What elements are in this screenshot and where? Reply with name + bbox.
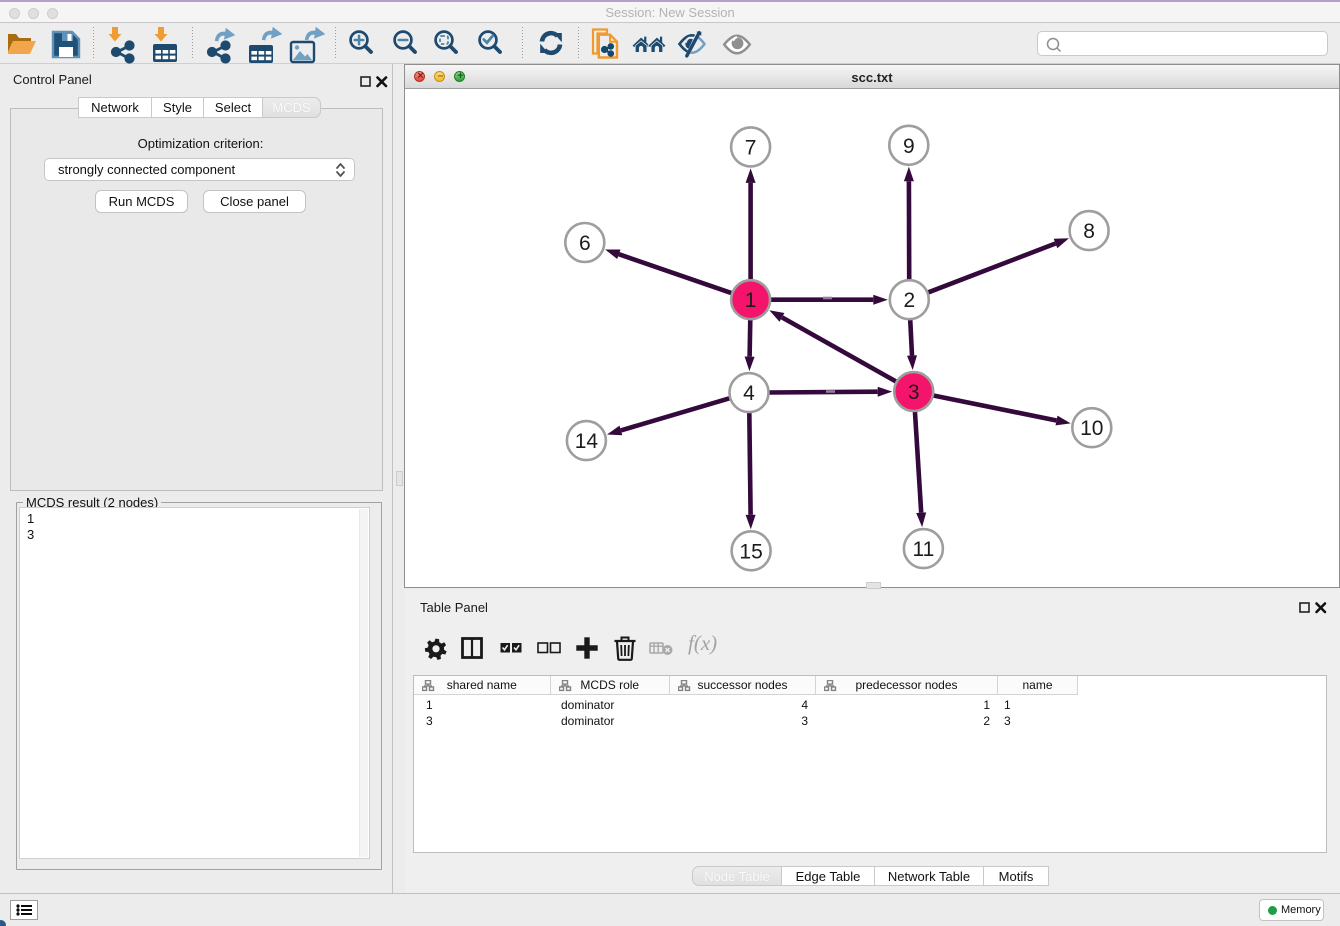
svg-text:3: 3 — [908, 381, 920, 404]
svg-text:10: 10 — [1080, 417, 1103, 440]
svg-text:2: 2 — [903, 289, 915, 312]
svg-text:1: 1 — [745, 289, 757, 312]
svg-text:6: 6 — [579, 232, 591, 255]
svg-text:9: 9 — [903, 135, 915, 158]
svg-text:7: 7 — [745, 136, 757, 159]
svg-text:4: 4 — [743, 382, 755, 405]
svg-text:8: 8 — [1083, 220, 1095, 243]
svg-text:15: 15 — [739, 540, 762, 563]
svg-text:11: 11 — [912, 538, 934, 561]
svg-text:14: 14 — [575, 430, 599, 453]
